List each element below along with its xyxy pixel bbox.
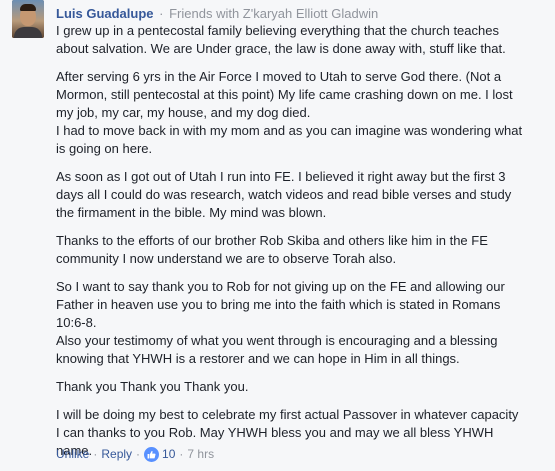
comment-line: Thanks to the efforts of our brother Rob… (56, 233, 488, 248)
comment-paragraph: Thanks to the efforts of our brother Rob… (56, 232, 546, 268)
author-name[interactable]: Luis Guadalupe (56, 6, 154, 21)
comment-line: is going on here. (56, 141, 153, 156)
comment-line: I can thanks to you Rob. May YHWH bless … (56, 425, 494, 440)
comment-line: Father in heaven use you to bring me int… (56, 297, 501, 312)
comment-paragraph: So I want to say thank you to Rob for no… (56, 278, 546, 368)
like-count[interactable]: 10 (162, 446, 175, 462)
comment-line: I had to move back in with my mom and as… (56, 123, 523, 138)
comment-line: knowing that YHWH is a restorer and we c… (56, 351, 460, 366)
comment-content: Luis Guadalupe · Friends with Z'karyah E… (56, 6, 546, 470)
separator: · (136, 447, 141, 461)
comment-line: So I want to say thank you to Rob for no… (56, 279, 505, 294)
avatar[interactable] (12, 0, 44, 38)
unlike-link[interactable]: Unlike (56, 446, 89, 462)
comment-line: Also your testimomy of what you went thr… (56, 333, 498, 348)
comment-line: I will be doing my best to celebrate my … (56, 407, 519, 422)
thumbs-up-icon[interactable] (144, 446, 160, 462)
separator: · (179, 447, 184, 461)
comment-header: Luis Guadalupe · Friends with Z'karyah E… (56, 6, 546, 22)
comment-line: the firmament in the bible. My mind was … (56, 205, 327, 220)
comment-paragraph: As soon as I got out of Utah I run into … (56, 168, 546, 222)
comment-body: I grew up in a pentecostal family believ… (56, 22, 546, 460)
comment-line: Mormon, still pentecostal at this point)… (56, 87, 513, 102)
comment-paragraph: After serving 6 yrs in the Air Force I m… (56, 68, 546, 158)
comment-line: 10:6-8. (56, 315, 97, 330)
comment-line: Thank you Thank you Thank you. (56, 379, 249, 394)
friends-context: Friends with Z'karyah Elliott Gladwin (169, 6, 379, 21)
separator: · (93, 447, 98, 461)
comment-paragraph: Thank you Thank you Thank you. (56, 378, 546, 396)
comment-line: about salvation. We are Under grace, the… (56, 41, 506, 56)
comment-line: After serving 6 yrs in the Air Force I m… (56, 69, 502, 84)
comment: Luis Guadalupe · Friends with Z'karyah E… (0, 0, 555, 471)
comment-line: my job, my car, my house, and my dog die… (56, 105, 311, 120)
reply-link[interactable]: Reply (101, 446, 132, 462)
comment-line: I grew up in a pentecostal family believ… (56, 23, 499, 38)
comment-line: As soon as I got out of Utah I run into … (56, 169, 506, 184)
separator: · (159, 6, 164, 21)
comment-actions: Unlike · Reply · 10 · 7 hrs (56, 446, 214, 462)
comment-line: days all I could do was research, watch … (56, 187, 512, 202)
comment-line: community I now understand we are to obs… (56, 251, 397, 266)
comment-paragraph: I grew up in a pentecostal family believ… (56, 22, 546, 58)
timestamp[interactable]: 7 hrs (187, 446, 214, 462)
